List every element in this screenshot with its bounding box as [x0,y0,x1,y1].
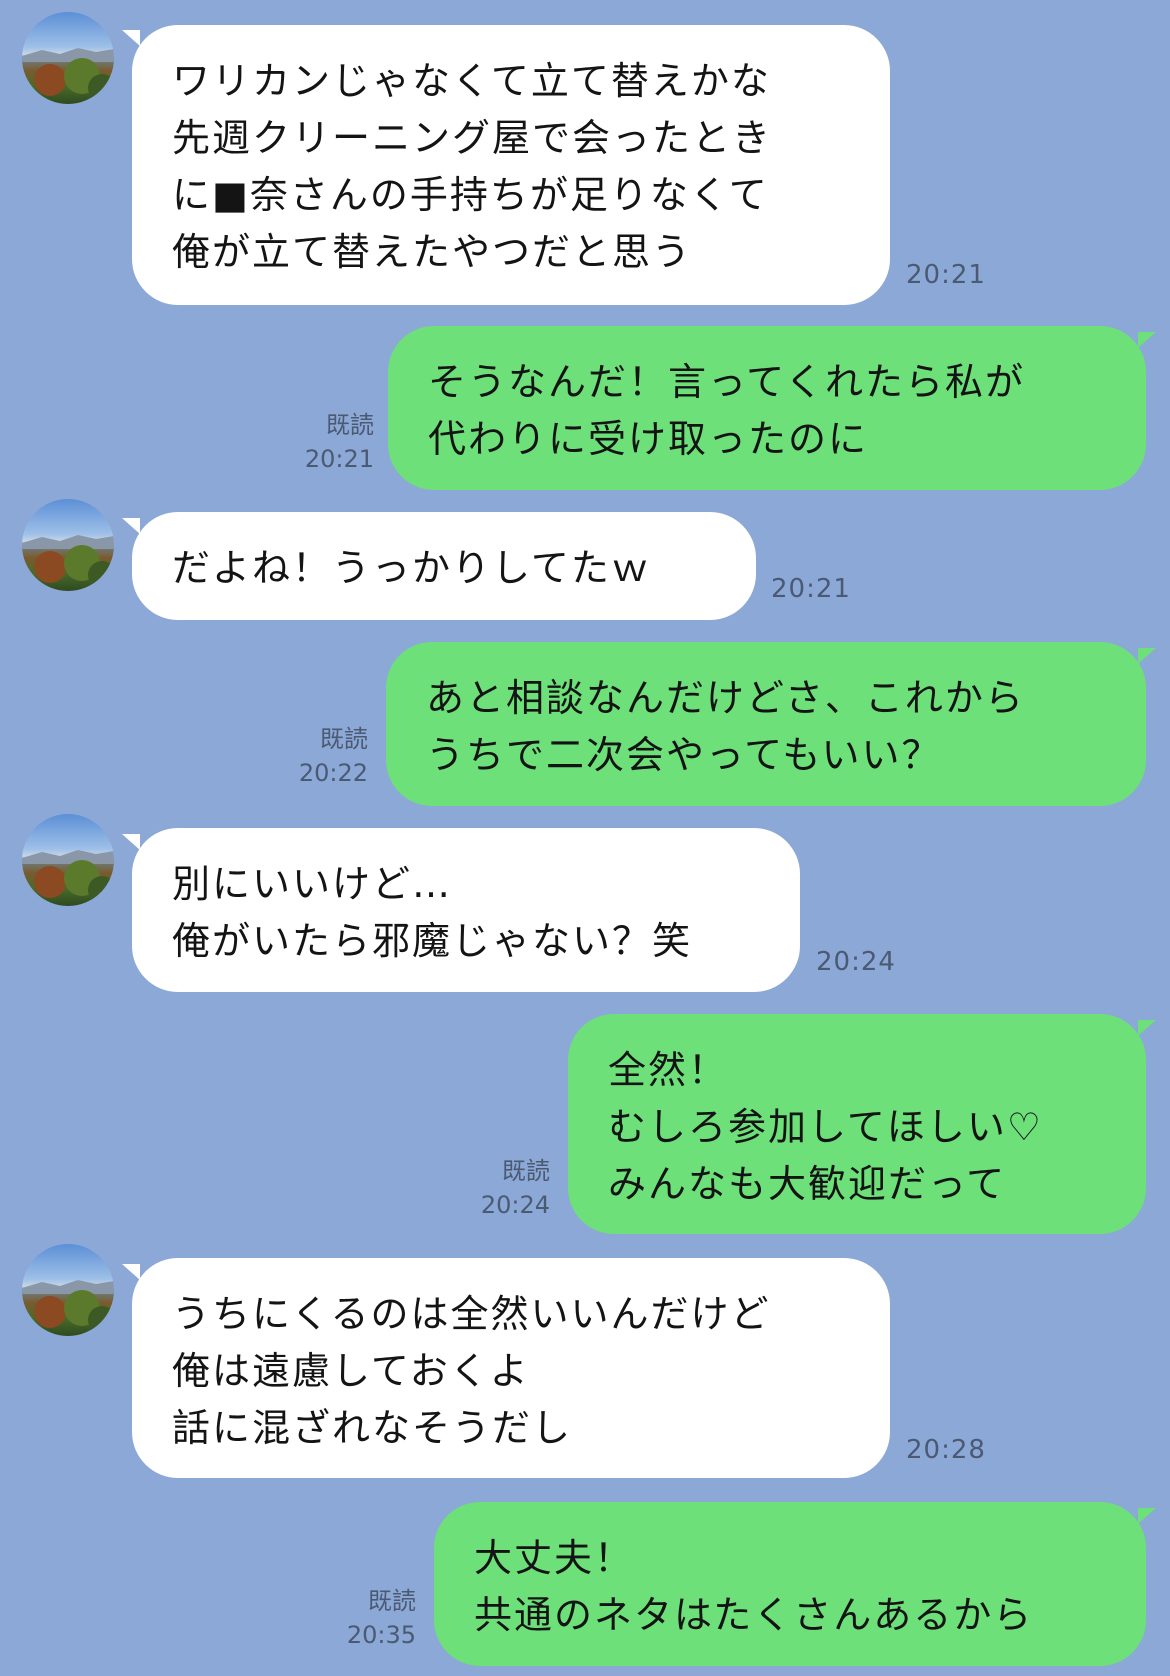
message-bubble[interactable]: 別にいいけど… 俺がいたら邪魔じゃない？笑 [132,828,800,992]
bubble-tail [1138,1508,1156,1524]
read-label: 既読 [502,1157,550,1185]
message-bubble[interactable]: そうなんだ！言ってくれたら私が 代わりに受け取ったのに [388,326,1146,490]
message-line: 俺がいたら邪魔じゃない？笑 [172,919,693,963]
message-line: 俺が立て替えたやつだと思う [172,230,693,274]
message-line: 全然！ [608,1048,729,1092]
landscape-photo-icon [22,1280,114,1334]
message-bubble[interactable]: ワリカンじゃなくて立て替えかな 先週クリーニング屋で会ったとき に■奈さんの手持… [132,25,890,305]
bubble-tail [122,30,140,46]
contact-avatar[interactable] [22,814,114,906]
message-line: 俺は遠慮しておくよ [172,1349,530,1393]
message-line: 大丈夫！ [474,1536,635,1580]
read-label: 既読 [326,411,374,439]
message-line: 先週クリーニング屋で会ったとき [172,116,773,160]
message-line: だよね！うっかりしてたｗ [172,546,651,590]
contact-avatar[interactable] [22,499,114,591]
message-time: 20:22 [298,759,368,787]
read-label: 既読 [368,1587,416,1615]
chat-thread[interactable]: ワリカンじゃなくて立て替えかな 先週クリーニング屋で会ったとき に■奈さんの手持… [0,0,1170,1676]
message-time: 20:28 [906,1435,986,1465]
message-line: 共通のネタはたくさんあるから [474,1593,1034,1637]
bubble-tail [122,1264,140,1280]
message-time: 20:21 [304,445,374,473]
bubble-tail [1138,332,1156,348]
message-bubble[interactable]: うちにくるのは全然いいんだけど 俺は遠慮しておくよ 話に混ざれなそうだし [132,1258,890,1478]
message-bubble[interactable]: あと相談なんだけどさ、これから うちで二次会やってもいい？ [386,642,1146,806]
read-receipt: 既読 20:21 [270,408,374,476]
message-line: うちで二次会やってもいい？ [426,733,942,777]
message-line: 別にいいけど… [172,862,453,906]
message-line: むしろ参加してほしい♡ [608,1105,1043,1149]
bubble-tail [122,834,140,850]
read-receipt: 既読 20:35 [312,1584,416,1652]
read-receipt: 既読 20:22 [264,722,368,790]
message-time: 20:21 [771,574,851,604]
landscape-photo-icon [22,535,114,589]
message-line: に■奈さんの手持ちが足りなくて [172,173,769,217]
read-label: 既読 [320,725,368,753]
message-line: そうなんだ！言ってくれたら私が [428,360,1025,404]
landscape-photo-icon [22,48,114,102]
contact-avatar[interactable] [22,12,114,104]
message-time: 20:24 [816,947,896,977]
contact-avatar[interactable] [22,1244,114,1336]
bubble-tail [122,518,140,534]
message-bubble[interactable]: 全然！ むしろ参加してほしい♡ みんなも大歓迎だって [568,1014,1146,1234]
message-time: 20:35 [346,1621,416,1649]
message-bubble[interactable]: だよね！うっかりしてたｗ [132,512,756,620]
message-time: 20:24 [480,1191,550,1219]
bubble-tail [1138,1020,1156,1036]
message-time: 20:21 [906,260,986,290]
message-bubble[interactable]: 大丈夫！ 共通のネタはたくさんあるから [434,1502,1146,1666]
message-line: 話に混ざれなそうだし [172,1406,573,1450]
message-line: うちにくるのは全然いいんだけど [172,1292,771,1336]
landscape-photo-icon [22,850,114,904]
read-receipt: 既読 20:24 [446,1154,550,1222]
message-line: ワリカンじゃなくて立て替えかな [172,59,771,103]
message-line: 代わりに受け取ったのに [428,417,869,461]
message-line: みんなも大歓迎だって [608,1162,1007,1206]
message-line: あと相談なんだけどさ、これから [426,676,1025,720]
bubble-tail [1138,648,1156,664]
